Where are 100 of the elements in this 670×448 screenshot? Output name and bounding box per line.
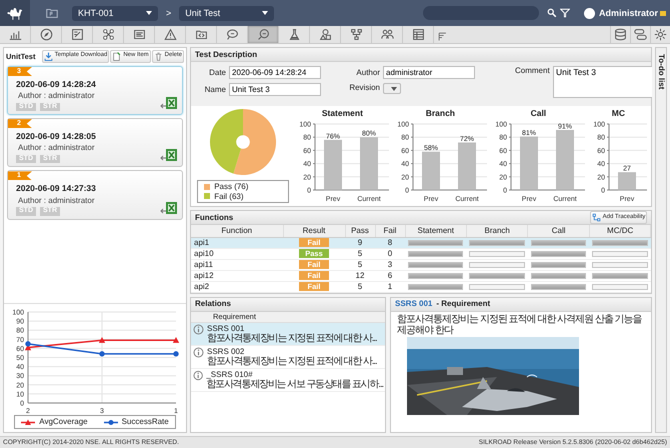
settings-icon xyxy=(654,28,667,41)
column-header[interactable]: Call xyxy=(528,225,590,237)
filter-icon[interactable] xyxy=(560,8,570,18)
search-icon[interactable] xyxy=(546,8,557,18)
field-label: Author xyxy=(355,68,381,78)
data-point xyxy=(98,337,106,344)
chart-title: Statement xyxy=(322,108,363,118)
table-cell: 1 xyxy=(375,281,405,292)
author-field[interactable]: administrator xyxy=(383,66,475,79)
run-author: Author : administrator xyxy=(18,91,96,101)
folder-icon xyxy=(44,6,60,20)
comment-field[interactable]: Unit Test 3 xyxy=(553,66,652,98)
spreadsheet-export-icon[interactable] xyxy=(159,147,179,164)
column-header[interactable]: Fail xyxy=(375,225,405,237)
legend-swatch xyxy=(204,193,210,200)
side-panel-title: To-do list xyxy=(656,54,666,92)
requirement-item[interactable]: SSRS 001 함포사격통제장비는 지정된 표적에 대한 사... xyxy=(191,322,385,346)
requirement-id: SSRS 001 xyxy=(395,299,432,309)
legend-swatch xyxy=(204,184,210,190)
warning-icon xyxy=(164,28,176,41)
revision-select[interactable] xyxy=(383,83,401,94)
toggle-icon xyxy=(634,28,647,41)
side-panel-tab[interactable]: To-do list xyxy=(655,47,667,433)
link-icon xyxy=(592,213,601,222)
column-header[interactable]: Branch xyxy=(466,225,528,237)
requirement-id: _SSRS 010# xyxy=(206,370,254,378)
column-header[interactable]: Function xyxy=(191,225,283,237)
table-cell: 3 xyxy=(375,259,405,270)
search-icon xyxy=(256,28,270,41)
caret-icon xyxy=(146,11,152,15)
name-field[interactable]: Unit Test 3 xyxy=(229,83,321,96)
requirement-id: SSRS 002 xyxy=(207,346,246,356)
view-select[interactable]: Unit Test xyxy=(179,6,274,20)
database-icon xyxy=(614,28,627,41)
table-cell: 9 xyxy=(345,237,375,248)
data-point xyxy=(99,352,105,357)
chart-title: Call xyxy=(530,108,546,118)
column-header[interactable]: Pass xyxy=(345,225,375,237)
hierarchy-icon xyxy=(350,28,362,41)
column-header[interactable]: Statement xyxy=(405,225,466,237)
table-cell: 0 xyxy=(375,248,405,259)
run-date: 2020-06-09 14:28:24 xyxy=(16,79,97,90)
field-label: Revision xyxy=(348,83,381,93)
folder-code-icon xyxy=(194,28,208,41)
table-cell: 5 xyxy=(345,259,375,270)
requirement-text: 함포사격통제장비는 지정된 표적에 대한 사격제원 산출 기능을 제공해야 한다 xyxy=(397,314,643,336)
bar xyxy=(520,136,538,190)
table-icon xyxy=(412,28,424,41)
bar xyxy=(360,137,378,190)
chart-title: MC xyxy=(612,108,625,118)
run-date: 2020-06-09 14:27:33 xyxy=(16,183,97,194)
new-document-icon xyxy=(112,52,122,60)
y-axis xyxy=(312,124,316,191)
requirement-text: 함포사격통제장비는 서보 구동상태를 표시하... xyxy=(206,378,383,390)
spreadsheet-export-icon[interactable] xyxy=(159,200,179,216)
project-select[interactable]: KHT-001 xyxy=(72,6,158,20)
download-icon xyxy=(44,52,53,60)
people-icon xyxy=(380,28,394,41)
caret-icon xyxy=(262,11,268,15)
x-axis xyxy=(608,190,648,191)
requirement-text: 함포사격통제장비는 지정된 표적에 대한 사... xyxy=(207,332,376,344)
table-cell: api12 xyxy=(191,270,283,281)
trash-icon xyxy=(154,52,163,60)
table-cell: 6 xyxy=(375,270,405,281)
notification-icon[interactable] xyxy=(660,10,666,16)
bar xyxy=(458,142,476,190)
legend-label: AvgCoverage xyxy=(39,417,88,427)
run-date: 2020-06-09 14:28:05 xyxy=(16,131,97,142)
requirement-item[interactable]: SSRS 002 함포사격통제장비는 지정된 표적에 대한 사... xyxy=(191,346,385,368)
legend-label: Fail (63) xyxy=(214,192,244,202)
legend-label: Pass (76) xyxy=(214,182,248,192)
spreadsheet-export-icon[interactable] xyxy=(159,95,179,112)
legend-marker-icon xyxy=(104,418,118,426)
edit-icon xyxy=(70,28,84,41)
avatar-icon[interactable] xyxy=(584,8,595,18)
panel-title: Test Description xyxy=(191,48,652,62)
caret-icon xyxy=(391,86,397,90)
compass-icon xyxy=(40,28,52,41)
list-icon xyxy=(132,28,146,41)
requirement-item[interactable]: _SSRS 010# 함포사격통제장비는 서보 구동상태를 표시하... xyxy=(191,368,385,392)
date-field[interactable]: 2020-06-09 14:28:24 xyxy=(229,66,321,79)
bar xyxy=(422,152,440,190)
table-cell: api1 xyxy=(191,237,283,248)
table-cell: 12 xyxy=(345,270,375,281)
legend-label: SuccessRate xyxy=(122,417,169,427)
user-name[interactable]: Administrator xyxy=(598,8,658,18)
info-icon xyxy=(193,346,204,358)
format-icon[interactable] xyxy=(438,32,447,41)
column-header[interactable]: Result xyxy=(283,225,345,237)
breadcrumb-separator: > xyxy=(166,8,172,18)
chat-search-icon xyxy=(226,28,238,41)
run-author: Author : administrator xyxy=(18,196,96,206)
toolbar-button[interactable] xyxy=(248,26,279,43)
panel-title: Functions xyxy=(195,212,234,222)
table-cell: api10 xyxy=(191,248,283,259)
bar xyxy=(556,130,574,190)
column-header[interactable]: MC/DC xyxy=(589,225,651,237)
table-cell: 8 xyxy=(375,237,405,248)
info-icon xyxy=(193,370,204,380)
table-cell: 5 xyxy=(345,248,375,259)
